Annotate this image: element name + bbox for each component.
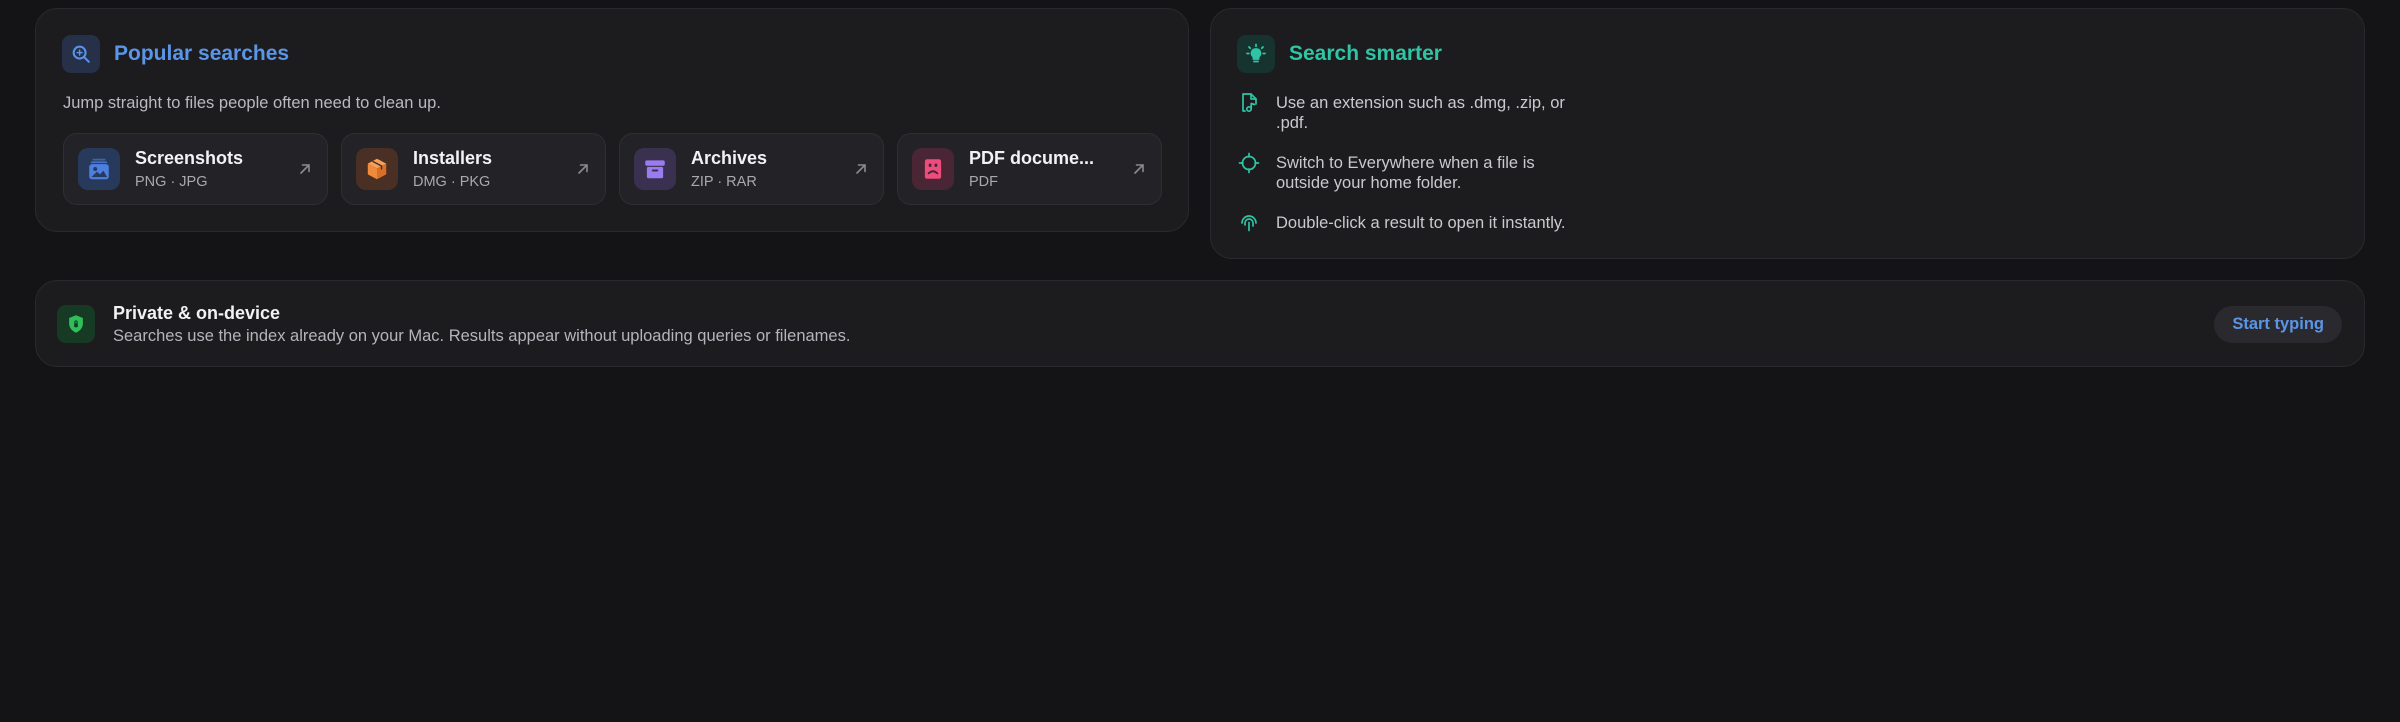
package-icon <box>356 148 398 190</box>
file-music-icon <box>1242 93 1257 113</box>
card-subtitle: PDF <box>969 174 998 190</box>
popular-searches-subtitle: Jump straight to files people often need… <box>63 94 441 112</box>
tip-everywhere: Switch to Everywhere when a file is outs… <box>1237 152 1576 193</box>
privacy-title: Private & on-device <box>113 303 281 323</box>
popular-search-cards: Screenshots PNG · JPG Installers DMG · P… <box>63 133 1162 205</box>
popular-searches-panel: Popular searches Jump straight to files … <box>35 8 1189 232</box>
search-smarter-title: Search smarter <box>1289 42 1442 65</box>
card-archives[interactable]: Archives ZIP · RAR <box>619 133 884 205</box>
card-title: Screenshots <box>135 148 244 168</box>
photo-icon <box>78 148 120 190</box>
tip-double-click: Double-click a result to open it instant… <box>1237 213 1676 235</box>
privacy-description: Searches use the index already on your M… <box>113 327 851 345</box>
fingerprint-tap-icon <box>1241 215 1257 232</box>
card-title: PDF docume... <box>969 148 1095 168</box>
popular-searches-header: Popular searches <box>62 35 289 73</box>
crosshair-icon <box>1238 152 1260 174</box>
arrow-up-right-icon <box>856 164 866 174</box>
shield-icon <box>57 305 95 343</box>
search-smarter-header: Search smarter <box>1237 35 1442 73</box>
card-pdf-documents[interactable]: PDF docume... PDF <box>897 133 1162 205</box>
card-subtitle: DMG · PKG <box>413 174 491 190</box>
card-subtitle: PNG · JPG <box>135 174 208 190</box>
card-subtitle: ZIP · RAR <box>691 174 757 190</box>
archive-box-icon <box>634 148 676 190</box>
arrow-up-right-icon <box>578 164 588 174</box>
pdf-document-icon <box>912 148 954 190</box>
search-smarter-panel: Search smarter Use an extension such as … <box>1210 8 2365 259</box>
tip-extension: Use an extension such as .dmg, .zip, or … <box>1237 93 1576 133</box>
card-title: Installers <box>413 148 493 168</box>
tip-text: Use an extension such as .dmg, .zip, or … <box>1276 94 1565 132</box>
arrow-up-right-icon <box>1134 164 1144 174</box>
lightbulb-icon <box>1237 35 1275 73</box>
card-screenshots[interactable]: Screenshots PNG · JPG <box>63 133 328 205</box>
tip-text: Switch to Everywhere when a file is outs… <box>1276 154 1535 192</box>
tip-text: Double-click a result to open it instant… <box>1276 214 1566 232</box>
start-typing-button[interactable]: Start typing <box>2214 306 2342 343</box>
card-installers[interactable]: Installers DMG · PKG <box>341 133 606 205</box>
popular-searches-title: Popular searches <box>114 42 290 65</box>
magnifier-icon <box>62 35 100 73</box>
privacy-banner: Private & on-device Searches use the ind… <box>35 280 2365 367</box>
arrow-up-right-icon <box>300 164 310 174</box>
card-title: Archives <box>691 148 768 168</box>
